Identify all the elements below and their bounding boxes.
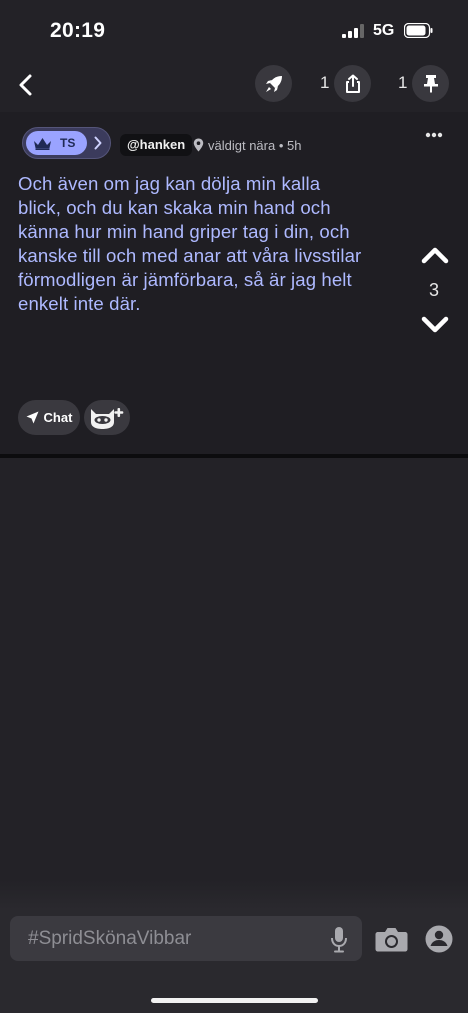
username-tag[interactable]: @hanken [120,134,193,156]
battery-icon [404,23,433,38]
section-divider [0,454,468,458]
crown-icon [34,138,51,150]
share-count: 1 [320,73,330,92]
post-body: Och även om jag kan dölja min kalla blic… [18,173,362,314]
chat-button[interactable]: Chat [18,400,80,435]
status-bar: 20:19 5G [0,0,468,60]
chevron-right-icon [94,136,102,150]
share-button[interactable] [334,65,371,102]
post-meta: väldigt nära • 5h [208,138,301,153]
camera-icon[interactable] [375,926,408,952]
compose-placeholder: #SpridSkönaVibbar [28,928,192,949]
status-time: 20:19 [50,19,106,42]
pin-button[interactable] [412,65,449,102]
top-nav: 1 1 [0,60,468,110]
vote-count: 3 [428,280,439,300]
signal-icon [342,24,364,38]
post-location: väldigt nära [208,138,276,153]
badge-pill: TS [26,131,87,155]
post-time: • 5h [278,138,302,153]
more-options-icon[interactable] [425,132,443,138]
location-pin-icon [193,138,204,152]
pin-count: 1 [398,73,408,92]
back-chevron-icon[interactable] [18,73,34,97]
network-type: 5G [373,22,395,39]
home-indicator [151,998,318,1003]
badge-label: TS [60,136,76,150]
pin-icon [423,74,438,92]
rocket-icon [265,75,282,92]
add-avatar-icon [91,408,124,429]
composer-bar: #SpridSkönaVibbar [0,880,468,1013]
downvote-icon[interactable] [420,315,450,335]
upvote-icon[interactable] [420,245,450,265]
chat-button-label: Chat [43,410,73,425]
boost-button[interactable] [255,65,292,102]
microphone-icon[interactable] [330,926,348,953]
post-card: TS @hanken väldigt nära • 5h Och även om… [0,112,468,454]
share-icon [345,74,360,93]
send-icon [26,411,39,424]
sticker-icon[interactable] [425,925,453,953]
user-level-badge[interactable]: TS [22,127,111,159]
compose-input[interactable]: #SpridSkönaVibbar [10,916,362,961]
add-avatar-button[interactable] [84,400,130,435]
